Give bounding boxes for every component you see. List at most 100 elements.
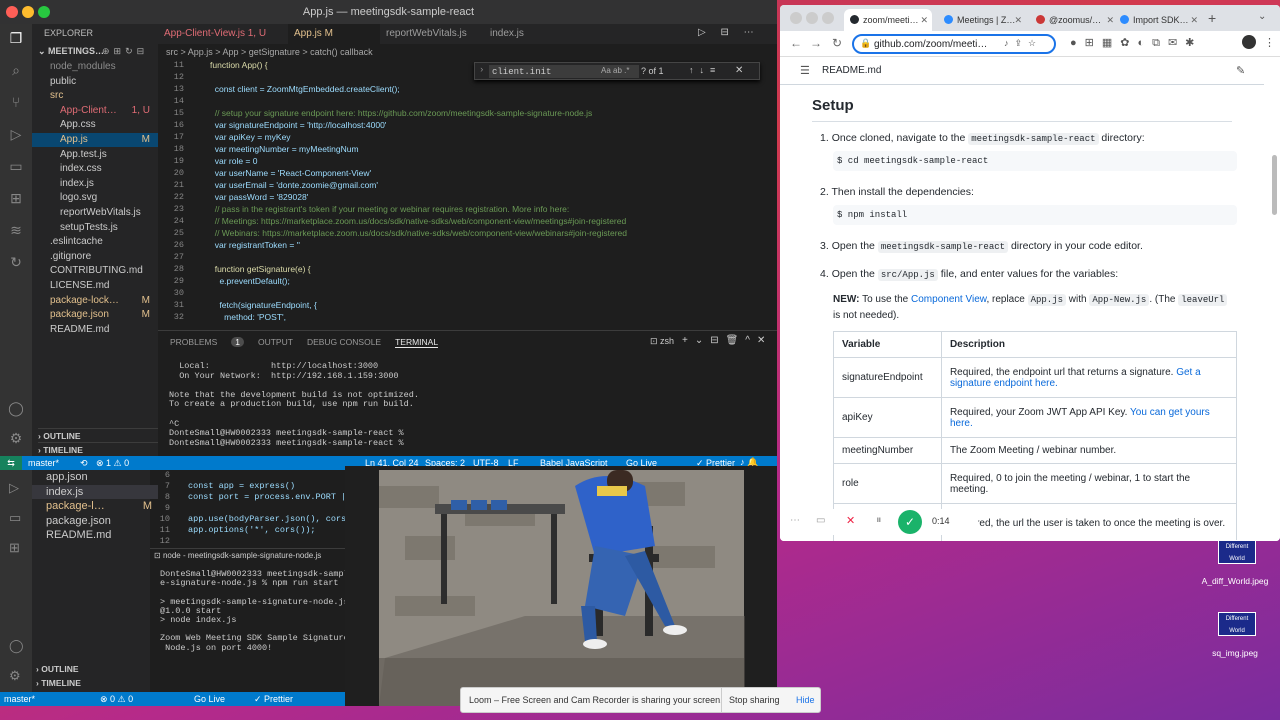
file-tree-item[interactable]: logo.svg [32,191,158,205]
shell-label[interactable]: ⊡ zsh [650,336,674,347]
run-debug-icon[interactable]: ▷ [9,480,19,496]
collapse-icon[interactable]: ⋯ [790,515,800,526]
remote-explorer-icon[interactable]: ▭ [9,510,21,526]
terminal-title[interactable]: ⊡ node - meetingsdk-sample-signature-nod… [154,551,321,560]
prettier-status[interactable]: ✓ Prettier [254,694,293,705]
file-tree-item[interactable]: src [32,89,158,103]
explorer-actions[interactable]: ⊕⊞↻⊟ [102,46,148,57]
component-view-link[interactable]: Component View [911,294,986,305]
close-icon[interactable]: ✕ [1014,9,1022,31]
file-tree-item[interactable]: README.md [32,323,158,337]
chevron-right-icon[interactable]: › [479,65,484,75]
file-tree-item[interactable]: index.js [32,177,158,191]
extensions-icon[interactable]: ⊞ [9,540,20,556]
panel-tab[interactable]: OUTPUT [258,337,293,347]
account-icon[interactable]: ◯ [8,400,24,416]
file-tree-item[interactable]: .eslintcache [32,235,158,249]
search-icon[interactable]: ⌕ [8,62,24,78]
breadcrumb[interactable]: src > App.js > App > getSignature > catc… [158,44,777,60]
file-tree-item[interactable]: index.css [32,162,158,176]
tab-3[interactable]: reportWebVitals.js [380,24,484,44]
close-icon[interactable]: ✕ [735,65,743,76]
terminal-actions[interactable]: +⌄⊟🗑^✕ [682,335,772,346]
minimize-window-button[interactable] [22,6,34,18]
extension-icons[interactable]: ●⊞▦✿◐⧉✉✱ [1070,36,1202,50]
file-tree-item[interactable]: package.json [32,514,158,528]
file-tree-item[interactable]: package-l… M [32,499,158,513]
hide-button[interactable]: Hide [796,695,815,705]
close-icon[interactable]: ✕ [920,9,928,31]
edit-pencil-icon[interactable]: ✎ [1236,64,1245,77]
match-options[interactable]: Aa ab .* [601,66,629,75]
reload-button[interactable]: ↻ [832,36,842,50]
new-tab-button[interactable]: + [1208,10,1216,26]
file-tree-item[interactable]: reportWebVitals.js [32,206,158,220]
extensions-icon[interactable]: ⊞ [8,190,24,206]
browser-tab[interactable]: Meetings | Z… ✕ [938,9,1026,31]
tab-search-icon[interactable]: ⌄ [1258,11,1266,22]
find-nav-buttons[interactable]: ↑↓≡ [689,65,721,75]
close-window-button[interactable] [6,6,18,18]
file-tree-item[interactable]: index.js [32,484,158,499]
file-tree-item[interactable]: node_modules [32,60,158,74]
branch-status[interactable]: master* [28,458,59,468]
tab-4[interactable]: index.js [484,24,558,44]
outline-section[interactable]: › OUTLINE [38,428,158,442]
timeline-section[interactable]: › TIMELINE [38,442,158,456]
file-tree-item[interactable]: app.json [32,470,158,484]
finish-recording-button[interactable]: ✓ [898,510,922,534]
file-tree-item[interactable]: App.test.js [32,148,158,162]
remote-icon[interactable]: ⇆ [0,456,22,470]
go-live-button[interactable]: Go Live [194,694,225,704]
close-window-button[interactable] [790,12,802,24]
forward-button[interactable]: → [810,36,822,50]
file-name[interactable]: A_diff_World.jpeg [1190,576,1280,586]
menu-icon[interactable]: ⋮ [1264,36,1275,49]
run-debug-icon[interactable]: ▷ [8,126,24,142]
zoom-window-button[interactable] [822,12,834,24]
settings-gear-icon[interactable]: ⚙ [9,668,21,684]
file-tree-item[interactable]: CONTRIBUTING.md [32,264,158,278]
project-folder[interactable]: ⌄ MEETINGS… [38,46,104,57]
tab-1[interactable]: App-Client-View.js 1, U [158,24,288,44]
file-tree-item[interactable]: .gitignore [32,250,158,264]
docker-icon[interactable]: ≋ [8,222,24,238]
address-actions[interactable]: ♪⇪☆ [1004,38,1042,49]
settings-gear-icon[interactable]: ⚙ [8,430,24,446]
editor-actions[interactable]: ▷ ⊟ ⋯ [698,27,760,38]
stop-sharing-button[interactable]: Stop sharing [729,695,780,705]
cancel-recording-icon[interactable]: ✕ [846,514,855,527]
file-thumbnail[interactable]: Different World [1218,540,1256,564]
address-bar[interactable]: 🔒 github.com/zoom/meeti… ♪⇪☆ [852,34,1056,54]
file-name[interactable]: sq_img.jpeg [1190,648,1280,658]
pause-icon[interactable]: ⏸ [876,514,882,527]
browser-tab[interactable]: @zoomus/… ✕ [1030,9,1118,31]
problems-status[interactable]: ⊗ 1 ⚠ 0 [96,458,129,469]
close-icon[interactable]: ✕ [1106,9,1114,31]
panel-tab[interactable]: DEBUG CONSOLE [307,337,381,347]
file-tree-item[interactable]: package.json M [32,308,158,322]
code-block[interactable]: $ npm install [833,205,1237,225]
panel-tab[interactable]: 1 [231,337,244,347]
browser-tab[interactable]: zoom/meeti… ✕ [844,9,932,31]
problems-status[interactable]: ⊗ 0 ⚠ 0 [100,694,133,705]
file-tree-item[interactable]: App.js M [32,133,158,147]
page-scrollbar[interactable] [1272,155,1277,215]
lock-icon[interactable]: 🔒 [860,38,871,49]
panel-tab[interactable]: PROBLEMS [170,337,217,347]
minimize-window-button[interactable] [806,12,818,24]
code-editor-secondary[interactable]: 6 7 const app = express() 8 const port = pro… [150,470,345,546]
file-tree-item[interactable]: LICENSE.md [32,279,158,293]
tab-2[interactable]: App.js M [288,24,380,44]
code-block[interactable]: $ cd meetingsdk-sample-react [833,151,1237,171]
file-thumbnail[interactable]: Different World [1218,612,1256,636]
file-tree-item[interactable]: App-Client… 1, U [32,104,158,118]
account-icon[interactable]: ◯ [9,638,24,654]
files-icon[interactable]: ❐ [8,30,24,46]
browser-tab[interactable]: Import SDK… ✕ [1114,9,1202,31]
panel-tab[interactable]: TERMINAL [395,337,439,348]
file-tree-item[interactable]: package-lock… M [32,294,158,308]
branch-status[interactable]: master* [4,694,35,704]
live-share-icon[interactable]: ↻ [8,254,24,270]
list-icon[interactable]: ☰ [800,64,810,77]
